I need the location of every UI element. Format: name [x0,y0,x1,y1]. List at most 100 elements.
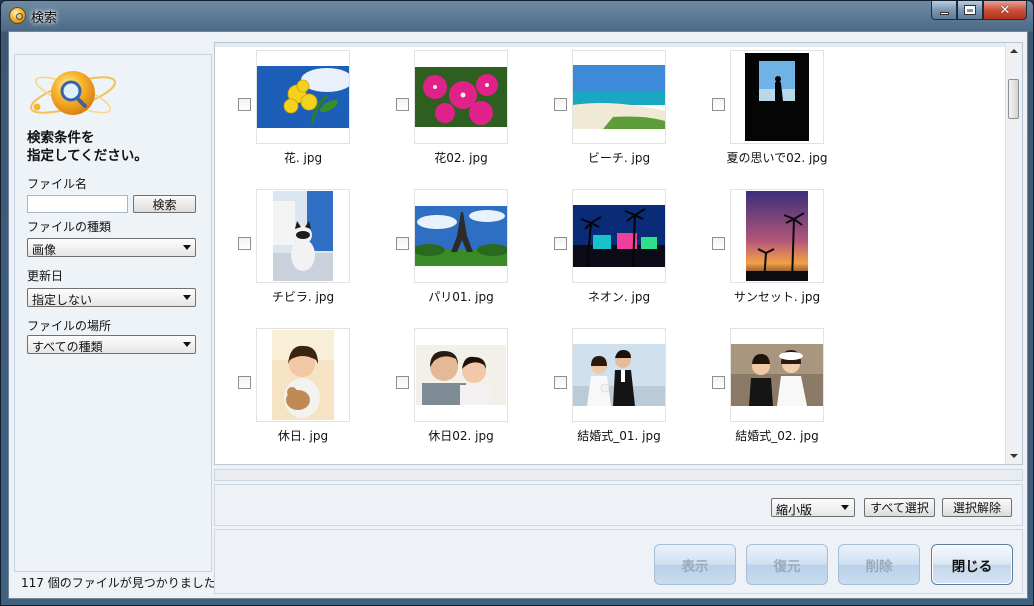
action-bar: 表示 復元 削除 閉じる [214,529,1023,594]
result-item[interactable]: チビラ. jpg [238,189,398,309]
result-item[interactable]: 花02. jpg [396,50,556,170]
result-thumbnail[interactable] [414,328,508,422]
result-checkbox[interactable] [238,376,251,389]
minimize-button[interactable] [931,1,957,20]
modified-date-select-value: 指定しない [32,293,93,307]
result-thumbnail[interactable] [730,50,824,144]
close-icon: ✕ [999,2,1011,18]
result-thumbnail[interactable] [730,328,824,422]
scrollbar-thumb[interactable] [1008,79,1019,119]
filename-label: ファイル名 [27,177,88,191]
chevron-down-icon [183,245,191,250]
result-item[interactable]: 休日. jpg [238,328,398,448]
result-checkbox[interactable] [712,98,725,111]
deselect-all-button[interactable]: 選択解除 [942,498,1012,517]
result-item[interactable]: 結婚式_02. jpg [712,328,872,448]
search-button[interactable]: 検索 [133,195,196,213]
result-item[interactable]: サンセット. jpg [712,189,872,309]
result-checkbox[interactable] [554,237,567,250]
view-mode-select[interactable]: 縮小版 [771,498,855,517]
show-button[interactable]: 表示 [654,544,736,585]
status-text: 117 個のファイルが見つかりました。 [21,574,228,591]
result-checkbox[interactable] [712,376,725,389]
result-filename: 結婚式_02. jpg [735,429,819,443]
result-filename: ネオン. jpg [587,290,651,304]
result-item[interactable]: 花. jpg [238,50,398,170]
view-toolbar: 縮小版 すべて選択 選択解除 [214,484,1023,526]
result-checkbox[interactable] [238,237,251,250]
search-logo-icon [29,71,117,115]
modified-date-label: 更新日 [27,269,64,283]
beach-photo-icon [573,65,665,129]
filetype-label: ファイルの種類 [27,220,112,234]
criteria-heading-line2: 指定してください。 [27,148,148,164]
result-checkbox[interactable] [554,376,567,389]
wedding-kids-photo-icon [731,344,823,406]
results-pane: 花. jpg 花02. jpg ビーチ. jpg 夏の思いで02. jpg チビ… [214,42,1023,465]
result-checkbox[interactable] [238,98,251,111]
minimize-icon [939,11,949,15]
app-search-icon [9,7,26,24]
result-filename: ビーチ. jpg [587,151,651,165]
restore-button[interactable]: 復元 [746,544,828,585]
result-thumbnail[interactable] [256,50,350,144]
filetype-select-value: 画像 [32,243,57,257]
location-select[interactable]: すべての種類 [27,335,196,354]
result-filename: 花. jpg [283,151,323,165]
result-checkbox[interactable] [396,376,409,389]
girl-with-toy-photo-icon [272,330,334,420]
result-thumbnail[interactable] [256,328,350,422]
results-scrollbar[interactable] [1005,43,1022,464]
result-thumbnail[interactable] [730,189,824,283]
window-silhouette-photo-icon [745,53,809,141]
result-filename: 休日02. jpg [428,429,494,443]
result-thumbnail[interactable] [572,50,666,144]
result-item[interactable]: 結婚式_01. jpg [554,328,714,448]
view-mode-value: 縮小版 [776,503,813,517]
result-thumbnail[interactable] [572,189,666,283]
result-thumbnail[interactable] [414,50,508,144]
scroll-down-icon[interactable] [1010,454,1018,458]
result-thumbnail[interactable] [256,189,350,283]
result-checkbox[interactable] [396,98,409,111]
chevron-down-icon [841,505,849,510]
criteria-heading: 検索条件を 指定してください。 [27,129,207,165]
search-criteria-pane: 検索条件を 指定してください。 ファイル名 検索 ファイルの種類 画像 更新日 … [14,54,212,572]
result-filename: チビラ. jpg [271,290,335,304]
maximize-button[interactable] [957,1,983,20]
result-filename: 結婚式_01. jpg [577,429,661,443]
result-filename: 休日. jpg [277,429,329,443]
select-all-button[interactable]: すべて選択 [864,498,935,517]
result-item[interactable]: ネオン. jpg [554,189,714,309]
scroll-up-icon[interactable] [1010,49,1018,53]
title-bar[interactable]: 検索 ✕ [1,1,1033,31]
result-thumbnail[interactable] [572,328,666,422]
result-count: 117 [21,576,44,590]
result-item[interactable]: パリ01. jpg [396,189,556,309]
yellow-flower-photo-icon [257,66,349,128]
location-select-value: すべての種類 [32,340,103,354]
close-window-button[interactable]: ✕ [983,1,1027,20]
chevron-down-icon [183,295,191,300]
result-checkbox[interactable] [712,237,725,250]
divider-strip [214,469,1023,481]
result-checkbox[interactable] [554,98,567,111]
criteria-heading-line1: 検索条件を [27,130,95,146]
maximize-icon [965,6,975,14]
sunset-palms-photo-icon [746,191,808,281]
result-filename: パリ01. jpg [428,290,494,304]
delete-button[interactable]: 削除 [838,544,920,585]
result-thumbnail[interactable] [414,189,508,283]
pink-flower-photo-icon [415,67,507,127]
result-item[interactable]: 休日02. jpg [396,328,556,448]
client-area: 検索条件を 指定してください。 ファイル名 検索 ファイルの種類 画像 更新日 … [8,31,1028,599]
result-filename: サンセット. jpg [733,290,821,304]
cat-photo-icon [273,191,333,281]
modified-date-select[interactable]: 指定しない [27,288,196,307]
filetype-select[interactable]: 画像 [27,238,196,257]
result-checkbox[interactable] [396,237,409,250]
close-button[interactable]: 閉じる [931,544,1013,585]
result-item[interactable]: ビーチ. jpg [554,50,714,170]
filename-input[interactable] [27,195,128,213]
result-item[interactable]: 夏の思いで02. jpg [712,50,872,170]
